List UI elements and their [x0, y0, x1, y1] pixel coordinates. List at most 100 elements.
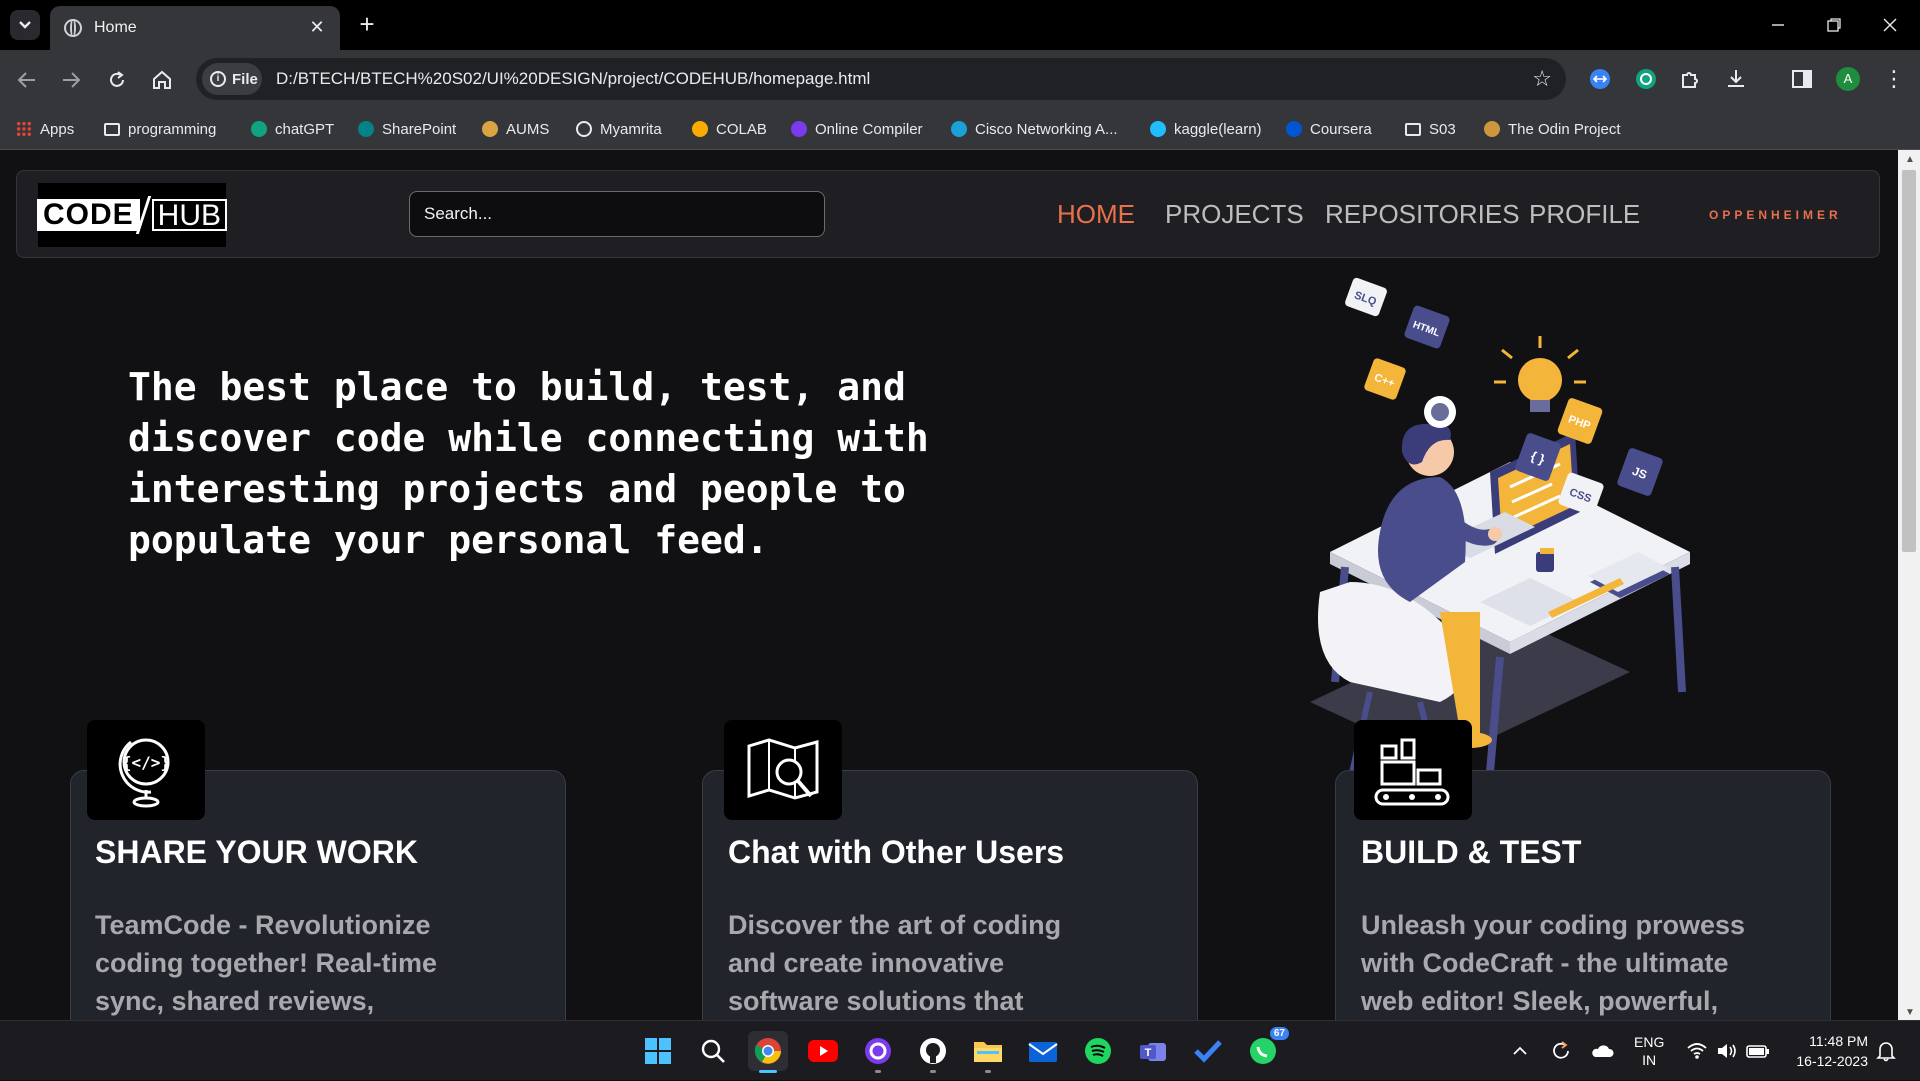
close-icon [1883, 18, 1897, 32]
restore-button[interactable] [1806, 0, 1862, 50]
notification-bell-icon[interactable] [1876, 1021, 1896, 1081]
bookmark-item[interactable]: COLAB [692, 118, 767, 140]
card-text-line: sync, shared reviews, [95, 986, 375, 1016]
colab-icon [692, 121, 708, 137]
home-button[interactable] [147, 65, 177, 95]
scrollbar-thumb[interactable] [1902, 170, 1916, 552]
taskbar-todo[interactable] [1188, 1031, 1228, 1071]
bookmark-item[interactable]: The Odin Project [1484, 118, 1621, 140]
globe-icon [576, 121, 592, 137]
tab-title: Home [94, 19, 137, 36]
bookmark-item[interactable]: kaggle(learn) [1150, 118, 1262, 140]
whatsapp-icon [1250, 1038, 1276, 1064]
nav-repositories[interactable]: REPOSITORIES [1325, 199, 1520, 230]
folder-icon [104, 122, 120, 136]
hero-line: discover code while connecting with [128, 416, 929, 460]
site-search-input[interactable] [409, 191, 825, 237]
scroll-down-arrow-icon[interactable]: ▼ [1905, 1007, 1915, 1018]
youtube-icon [808, 1040, 838, 1062]
new-tab-button[interactable]: + [352, 10, 382, 40]
bookmark-label: Cisco Networking A... [975, 120, 1118, 138]
language-indicator[interactable]: ENG IN [1634, 1021, 1664, 1081]
profile-avatar[interactable]: A [1834, 65, 1862, 93]
taskbar-search-button[interactable] [693, 1031, 733, 1071]
minimize-button[interactable] [1750, 0, 1806, 50]
hero-line: The best place to build, test, and [128, 365, 906, 409]
scroll-up-arrow-icon[interactable]: ▲ [1905, 154, 1915, 165]
close-tab-icon[interactable]: ✕ [306, 16, 328, 38]
address-bar[interactable]: i File D:/BTECH/BTECH%20S02/UI%20DESIGN/… [196, 58, 1566, 100]
url-text[interactable]: D:/BTECH/BTECH%20S02/UI%20DESIGN/project… [276, 69, 870, 89]
bookmark-label: COLAB [716, 120, 767, 138]
bookmark-item[interactable]: Online Compiler [791, 118, 923, 140]
forward-button[interactable] [56, 65, 86, 95]
start-button[interactable] [638, 1031, 678, 1071]
conveyor-blocks-icon [1354, 720, 1472, 820]
teams-icon: T [1140, 1043, 1166, 1061]
nav-projects[interactable]: PROJECTS [1165, 199, 1304, 230]
back-button[interactable] [12, 65, 42, 95]
site-info-chip[interactable]: i File [202, 63, 262, 95]
nav-profile[interactable]: PROFILE [1529, 199, 1640, 230]
apps-grid-icon [16, 121, 32, 137]
taskbar-github-desktop[interactable] [858, 1031, 898, 1073]
card-title: BUILD & TEST [1361, 834, 1582, 870]
taskbar-whatsapp[interactable]: 67 [1243, 1027, 1289, 1071]
bookmark-item[interactable]: Cisco Networking A... [951, 118, 1118, 140]
bookmark-item[interactable]: programming [104, 118, 216, 140]
aums-icon [482, 121, 498, 137]
bookmark-item[interactable]: Coursera [1286, 118, 1372, 140]
downloads-icon[interactable] [1722, 65, 1750, 93]
bookmark-label: programming [128, 120, 217, 138]
show-hidden-icons-button[interactable] [1512, 1021, 1528, 1081]
taskbar-file-explorer[interactable] [968, 1031, 1008, 1073]
close-window-button[interactable] [1862, 0, 1918, 50]
nav-home[interactable]: HOME [1057, 199, 1135, 230]
svg-text:T: T [1145, 1047, 1152, 1059]
region-label: IN [1642, 1052, 1657, 1068]
taskbar-chrome[interactable] [748, 1031, 788, 1073]
bookmark-item[interactable]: SharePoint [358, 118, 456, 140]
notification-badge: 67 [1269, 1027, 1289, 1040]
github-icon [920, 1038, 946, 1064]
chevron-down-icon [19, 21, 31, 29]
sync-tray-icon[interactable] [1550, 1021, 1572, 1081]
bookmark-item[interactable]: Myamrita [576, 118, 662, 140]
checkmark-icon [1194, 1040, 1222, 1063]
odin-icon [1484, 121, 1500, 137]
page-scrollbar[interactable]: ▲ ▼ [1898, 150, 1920, 1020]
codehub-logo[interactable]: CODE HUB [36, 183, 228, 247]
volume-icon[interactable] [1716, 1021, 1738, 1081]
bookmark-item[interactable]: Apps [16, 118, 74, 140]
reload-button[interactable] [102, 65, 132, 95]
mail-icon [1028, 1042, 1058, 1062]
site-chip-label: File [232, 70, 258, 88]
bookmark-item[interactable]: AUMS [482, 118, 549, 140]
extension-chat-icon[interactable] [1586, 65, 1614, 93]
web-page: CODE HUB HOME PROJECTS REPOSITORIES PROF… [0, 150, 1898, 1020]
bookmark-item[interactable]: chatGPT [251, 118, 334, 140]
chatgpt-extension-icon[interactable] [1632, 65, 1660, 93]
bookmark-star-icon[interactable]: ☆ [1532, 66, 1552, 92]
side-panel-icon[interactable] [1788, 65, 1816, 93]
onedrive-cloud-icon[interactable] [1590, 1021, 1614, 1081]
extensions-puzzle-icon[interactable] [1676, 65, 1704, 93]
clock[interactable]: 11:48 PM 16-12-2023 [1788, 1021, 1868, 1081]
taskbar-teams[interactable]: T [1133, 1031, 1173, 1071]
wifi-icon[interactable] [1686, 1021, 1708, 1081]
browser-menu-icon[interactable]: ⋮ [1880, 65, 1908, 93]
bookmark-label: Coursera [1310, 120, 1372, 138]
browser-tab-bar: Home ✕ + [0, 0, 1920, 50]
bookmark-item[interactable]: S03 [1405, 118, 1456, 140]
tab-search-dropdown-button[interactable] [10, 10, 40, 40]
battery-icon[interactable] [1746, 1021, 1770, 1081]
logo-text-code: CODE [36, 199, 140, 231]
bookmark-label: Apps [40, 120, 75, 138]
taskbar-spotify[interactable] [1078, 1031, 1118, 1071]
bookmark-label: The Odin Project [1508, 120, 1621, 138]
taskbar-mail[interactable] [1023, 1031, 1063, 1071]
taskbar-youtube[interactable] [803, 1031, 843, 1071]
taskbar-github[interactable] [913, 1031, 953, 1073]
username-label[interactable]: OPPENHEIMER [1709, 208, 1842, 222]
browser-tab-home[interactable]: Home ✕ [50, 6, 340, 50]
